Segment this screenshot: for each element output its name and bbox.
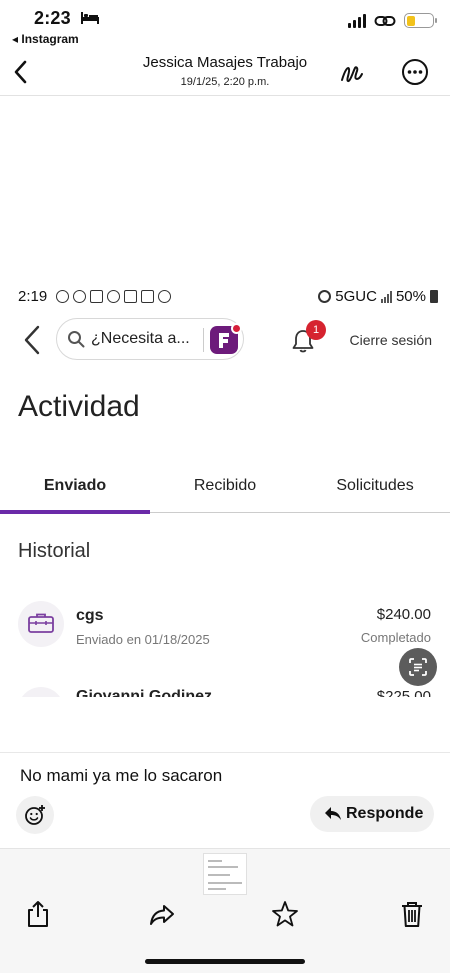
search-divider (203, 328, 204, 352)
chat-timestamp: 19/1/25, 2:20 p.m. (180, 76, 270, 88)
transaction-status: Completado (360, 630, 431, 645)
transaction-amount: $240.00 (376, 606, 431, 623)
search-icon (68, 331, 85, 348)
transaction-row[interactable]: Giovanni Godinez $225.00 (18, 683, 434, 697)
transaction-date: Enviado en 01/18/2025 (76, 632, 210, 647)
transaction-amount: $225.00 (376, 688, 431, 697)
android-time: 2:19 (18, 288, 48, 305)
logout-link[interactable]: Cierre sesión (350, 332, 432, 348)
transaction-avatar (18, 601, 64, 647)
bed-icon (81, 12, 99, 24)
tab-recibido[interactable]: Recibido (150, 466, 300, 512)
message-divider (0, 752, 450, 753)
transaction-name: cgs (76, 607, 104, 624)
star-icon[interactable] (271, 899, 299, 929)
alarm-icon (318, 290, 332, 303)
activity-tabs: Enviado Recibido Solicitudes (0, 466, 450, 516)
search-input[interactable]: ¿Necesita a... (56, 318, 244, 360)
chat-header: Jessica Masajes Trabajo 19/1/25, 2:20 p.… (0, 48, 450, 96)
active-tab-indicator (0, 510, 150, 514)
message-text: No mami ya me lo sacaron (20, 766, 223, 785)
search-placeholder: ¿Necesita a... (91, 330, 190, 347)
chat-title: Jessica Masajes Trabajo (142, 54, 308, 71)
home-indicator (145, 959, 305, 964)
history-title: Historial (18, 540, 91, 562)
more-icon[interactable] (401, 58, 429, 86)
bottom-toolbar (0, 848, 450, 973)
transaction-avatar (18, 687, 64, 697)
briefcase-icon (28, 613, 54, 633)
back-to-instagram-link[interactable]: ◂ Instagram (12, 32, 79, 46)
battery-icon (404, 13, 437, 28)
transaction-name: Giovanni Godinez (76, 688, 213, 697)
scan-text-button[interactable] (399, 648, 437, 686)
trash-icon[interactable] (398, 899, 426, 929)
reply-button[interactable]: Responde (310, 796, 434, 832)
app-back-arrow-icon[interactable] (22, 324, 42, 356)
tab-solicitudes[interactable]: Solicitudes (300, 466, 450, 512)
reply-arrow-icon (325, 807, 341, 820)
android-battery-icon (430, 290, 438, 303)
add-reaction-button[interactable] (16, 796, 54, 834)
transaction-row[interactable]: cgs Enviado en 01/18/2025 $240.00 Comple… (18, 598, 434, 658)
reply-label: Responde (346, 805, 424, 822)
notification-icons (56, 290, 171, 303)
android-battery-label: 50% (395, 288, 426, 305)
signal-icon (348, 13, 366, 28)
link-icon (374, 15, 396, 26)
forward-icon[interactable] (148, 899, 176, 929)
scan-text-icon (409, 658, 427, 676)
markup-icon[interactable] (339, 60, 365, 86)
cell-signal-icon (380, 290, 392, 303)
android-status-bar: 2:19 5GUC 50% (18, 288, 438, 308)
emoji-icon (25, 805, 45, 825)
notification-badge: 1 (306, 320, 326, 340)
tab-enviado[interactable]: Enviado (0, 466, 150, 512)
screenshot-thumbnail[interactable] (203, 853, 247, 895)
ios-status-bar: 2:23 ◂ Instagram (0, 0, 450, 48)
page-title: Actividad (18, 390, 140, 423)
assistant-dot (231, 323, 242, 334)
ios-time: 2:23 (34, 8, 71, 28)
share-icon[interactable] (24, 899, 52, 929)
network-label: 5GUC (335, 288, 377, 305)
